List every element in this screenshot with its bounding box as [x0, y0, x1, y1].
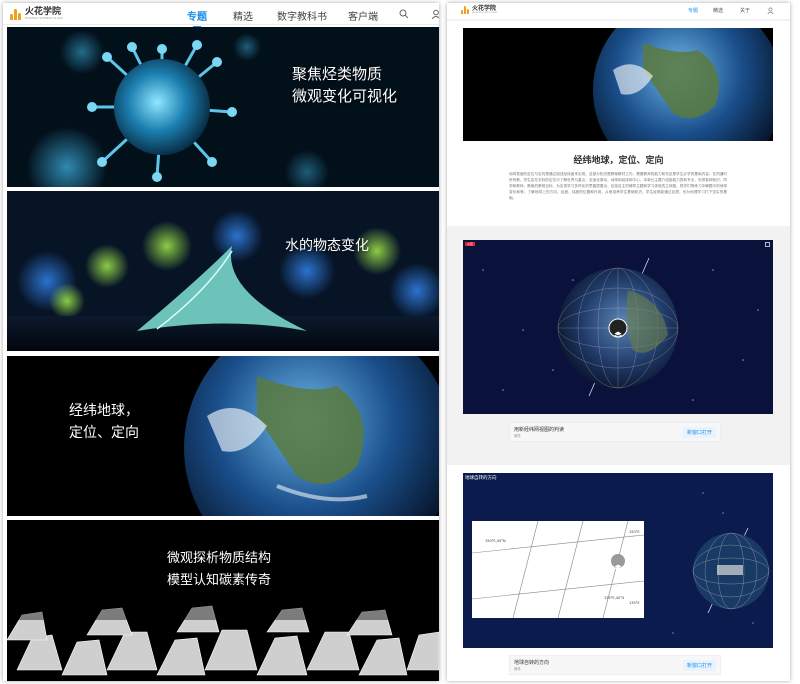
coord-label: 150°E	[629, 530, 640, 534]
topic-description: 地球表面的定位与定向是通过描述经纬度来实现。这部分知识是教案教材之内，需要教师的…	[509, 172, 727, 200]
banner-title-line: 水的物态变化	[285, 238, 369, 254]
nav-client[interactable]: 客户端	[348, 8, 378, 23]
water-feather-illustration	[7, 191, 439, 351]
brand-badge: 火花	[465, 242, 476, 246]
topic-banner-carbon[interactable]: 微观探析物质结构 模型认知碳素传奇	[7, 520, 439, 681]
resource-info-bar: 用新经纬网视图的判读 微件 新窗口打开	[509, 422, 721, 442]
earth-illustration	[463, 28, 773, 141]
nav-digital-textbook[interactable]: 数字教科书	[277, 8, 327, 23]
flame-logo-icon	[9, 8, 23, 20]
topic-detail-page: 火花学院 HUOHUA SCIENCE CLASS 专题 精选 关于 经纬地球，…	[447, 3, 790, 681]
search-icon[interactable]	[399, 9, 409, 19]
user-icon[interactable]	[767, 7, 774, 14]
topic-hero-image	[463, 28, 773, 141]
resource-card: 地球自转的方向 150°E,45°N 150°E 135°E,45°S 135°…	[447, 465, 790, 681]
brand-subtitle: HUOHUA SCIENCE CLASS	[25, 16, 63, 20]
composite-screenshot: 火花学院 HUOHUA SCIENCE CLASS 专题 精选 数字教科书 客户…	[0, 0, 800, 684]
topic-banner-earth[interactable]: 经纬地球， 定位、定向	[7, 356, 439, 516]
topic-banner-water[interactable]: 水的物态变化	[7, 191, 439, 351]
resource-type: 微件	[514, 434, 521, 438]
resource-card: 火花 用新经纬网视图的判读 微件 新窗口打开	[447, 235, 790, 457]
banner-title-line: 模型认知碳素传奇	[167, 573, 272, 588]
resource-info-bar: 地球自转的方向 微件 新窗口打开	[509, 655, 721, 675]
fullscreen-icon[interactable]	[765, 242, 770, 247]
resource-title: 用新经纬网视图的判读	[514, 427, 565, 433]
resource-title: 地球自转的方向	[514, 660, 550, 666]
topic-title: 经纬地球，定位、定向	[573, 156, 664, 166]
coord-label: 135°E,45°S	[604, 596, 625, 600]
diamonds-illustration	[7, 520, 439, 681]
top-nav: 火花学院 HUOHUA SCIENCE CLASS 专题 精选 关于	[447, 3, 790, 19]
banner-title-line: 微观变化可视化	[292, 87, 398, 105]
user-icon[interactable]	[431, 9, 439, 19]
layers-icon[interactable]	[614, 324, 622, 338]
open-in-new-window-button[interactable]: 新窗口打开	[682, 660, 716, 671]
nav-featured[interactable]: 精选	[713, 7, 723, 14]
rotation-viewer[interactable]: 地球自转的方向 150°E,45°N 150°E 135°E,45°S 135°…	[463, 473, 773, 648]
flame-logo-icon	[461, 6, 470, 14]
nav-topics[interactable]: 专题	[187, 8, 207, 28]
top-nav: 火花学院 HUOHUA SCIENCE CLASS 专题 精选 数字教科书 客户…	[3, 3, 439, 28]
layers-icon[interactable]	[614, 557, 622, 571]
open-in-new-window-button[interactable]: 新窗口打开	[682, 427, 716, 438]
brand-logo[interactable]: 火花学院 HUOHUA SCIENCE CLASS	[461, 6, 497, 14]
brand-logo[interactable]: 火花学院 HUOHUA SCIENCE CLASS	[9, 7, 63, 20]
widget-caption: 地球自转的方向	[465, 476, 497, 481]
banner-title-line: 定位、定向	[69, 425, 139, 441]
banner-title-line: 聚焦烃类物质	[292, 65, 383, 83]
banner-title-line: 微观探析物质结构	[167, 551, 272, 566]
topic-list-page: 火花学院 HUOHUA SCIENCE CLASS 专题 精选 数字教科书 客户…	[3, 3, 439, 681]
nav-about[interactable]: 关于	[740, 7, 750, 14]
resource-type: 微件	[514, 667, 521, 671]
coord-label: 150°E,45°N	[485, 539, 506, 543]
globe-viewer[interactable]: 火花	[463, 240, 773, 414]
topic-banner-hydrocarbons[interactable]: 聚焦烃类物质 微观变化可视化	[7, 27, 439, 187]
nav-topics[interactable]: 专题	[688, 7, 698, 14]
topic-intro-card: 经纬地球，定位、定向 地球表面的定位与定向是通过描述经纬度来实现。这部分知识是教…	[447, 21, 790, 226]
brand-subtitle: HUOHUA SCIENCE CLASS	[472, 12, 498, 14]
nav-featured[interactable]: 精选	[233, 8, 253, 23]
virus-illustration	[7, 27, 439, 187]
banner-title-line: 经纬地球，	[69, 403, 139, 419]
coord-label: 135°E	[629, 601, 640, 605]
